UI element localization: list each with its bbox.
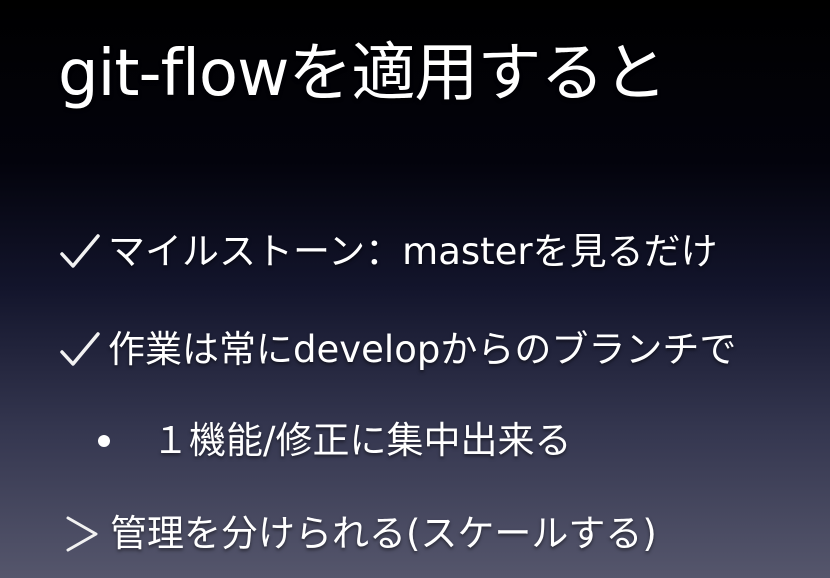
bullet-item-milestone: マイルストーン：masterを見るだけ — [58, 226, 718, 278]
bullet-item-scale: 管理を分けられる(スケールする) — [60, 508, 657, 560]
bullet-text: 管理を分けられる(スケールする) — [110, 512, 657, 555]
chevron-right-icon — [60, 514, 104, 554]
bullet-text: 作業は常にdevelopからのブランチで — [108, 328, 737, 371]
bullet-text: マイルストーン：masterを見るだけ — [108, 230, 718, 273]
bullet-dot-icon — [98, 435, 110, 447]
check-icon — [58, 232, 102, 272]
check-icon — [58, 330, 102, 370]
bullet-text: １機能/修正に集中出来る — [152, 419, 572, 462]
slide-title: git-flowを適用すると — [58, 37, 667, 111]
bullet-item-develop-branch: 作業は常にdevelopからのブランチで — [58, 324, 736, 376]
sub-bullet-item-focus: １機能/修正に集中出来る — [98, 415, 571, 467]
